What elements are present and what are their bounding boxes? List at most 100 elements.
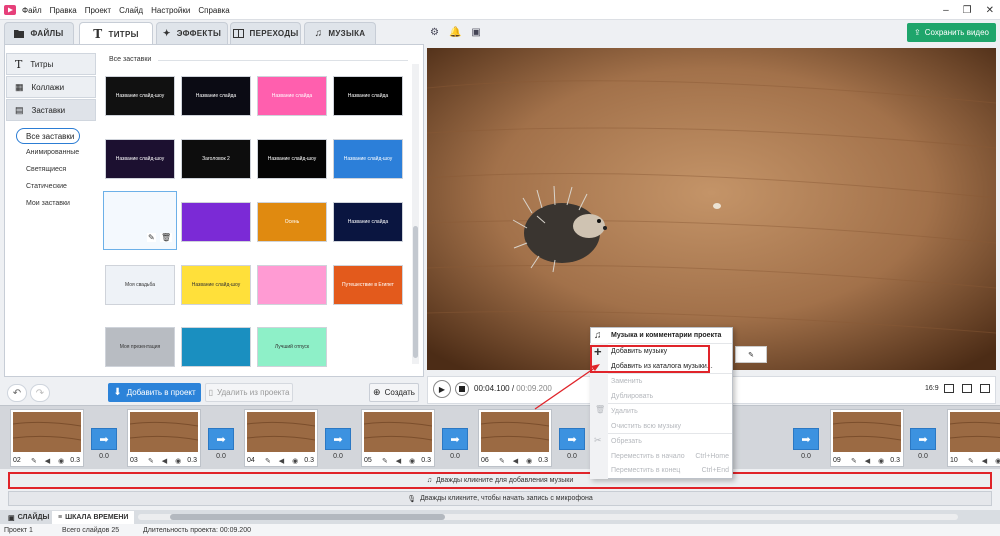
close-icon[interactable]: ✕: [986, 5, 994, 16]
music-track[interactable]: ♫ Дважды кликните для добавления музыки: [8, 472, 992, 489]
remove-from-project-button[interactable]: ▯ Удалить из проекта: [205, 383, 293, 402]
timeline-slide[interactable]: 03 ✎ ◀ ◉ 0.3: [127, 409, 201, 467]
maximize-icon[interactable]: ❐: [963, 5, 972, 16]
intro-thumbnail[interactable]: Название слайда: [257, 76, 327, 116]
subcategory-glowing[interactable]: Светящиеся: [26, 166, 66, 173]
menu-file[interactable]: Файл: [22, 6, 42, 15]
intro-thumbnail[interactable]: Заголовок 2: [181, 139, 251, 179]
gallery-icon[interactable]: ▣: [471, 27, 480, 38]
tab-effects[interactable]: ✦ ЭФФЕКТЫ: [156, 22, 228, 44]
context-menu-item[interactable]: Обрезать: [611, 438, 729, 445]
intro-thumbnail[interactable]: [181, 327, 251, 367]
intro-thumbnail[interactable]: Название слайд-шоу: [105, 139, 175, 179]
edit-pencil-icon[interactable]: ✎: [748, 351, 754, 359]
slide-edit-icons[interactable]: ✎ ◀ ◉: [499, 457, 535, 465]
music-track-label: Дважды кликните для добавления музыки: [436, 477, 574, 484]
text-t-icon: T: [15, 57, 23, 71]
subcategory-static[interactable]: Статические: [26, 183, 67, 190]
transition-arrow-icon[interactable]: ➡: [910, 428, 936, 450]
context-menu-item[interactable]: Удалить: [611, 408, 729, 415]
grid-heading: Все заставки: [109, 56, 152, 63]
subcategory-mine[interactable]: Мои заставки: [26, 200, 70, 207]
intro-thumbnail[interactable]: Название слайд-шоу: [181, 265, 251, 305]
tab-music[interactable]: ♫ МУЗЫКА: [304, 22, 376, 44]
intro-thumbnail[interactable]: Название слайд-шоу: [257, 139, 327, 179]
video-preview[interactable]: [427, 48, 996, 370]
play-button[interactable]: ▶: [433, 380, 451, 398]
transition-duration: 0.0: [918, 453, 928, 460]
category-intros[interactable]: ▤ Заставки: [6, 99, 96, 121]
create-button[interactable]: ⊕ Создать: [369, 383, 419, 402]
tab-transitions[interactable]: ПЕРЕХОДЫ: [230, 22, 301, 44]
crop-icon[interactable]: [962, 384, 972, 393]
intro-thumbnail[interactable]: Моя свадьба: [105, 265, 175, 305]
intro-thumbnail[interactable]: Название слайда: [333, 76, 403, 116]
stop-button[interactable]: [455, 382, 469, 396]
intro-thumbnail[interactable]: Название слайд-шоу: [333, 139, 403, 179]
timeline-slide[interactable]: 10✎ ◀ ◉0.3: [947, 409, 1000, 467]
intro-thumbnail[interactable]: [181, 202, 251, 242]
microphone-track[interactable]: 🎙 Дважды кликните, чтобы начать запись с…: [8, 491, 992, 506]
transition-arrow-icon[interactable]: ➡: [91, 428, 117, 450]
subcategory-all[interactable]: Все заставки: [16, 128, 80, 144]
intro-thumbnail[interactable]: Название слайд-шоу: [105, 76, 175, 116]
timeline-slide[interactable]: 05 ✎ ◀ ◉ 0.3: [361, 409, 435, 467]
menu-settings[interactable]: Настройки: [151, 6, 190, 15]
context-menu-item[interactable]: Заменить: [611, 378, 729, 385]
fullscreen-icon[interactable]: [980, 384, 990, 393]
aspect-ratio[interactable]: 16:9: [925, 385, 939, 392]
intro-thumbnail[interactable]: Название слайда: [181, 76, 251, 116]
tab-files[interactable]: ФАЙЛЫ: [4, 22, 74, 44]
transition-arrow-icon[interactable]: ➡: [325, 428, 351, 450]
slide-edit-icons[interactable]: ✎ ◀ ◉: [265, 457, 301, 465]
intro-thumbnail[interactable]: Путешествие в Египет: [333, 265, 403, 305]
transition-duration: 0.0: [567, 453, 577, 460]
menu-slide[interactable]: Слайд: [119, 6, 143, 15]
edit-pencil-icon[interactable]: ✎: [147, 233, 156, 242]
menu-help[interactable]: Справка: [198, 6, 229, 15]
transition-arrow-icon[interactable]: ➡: [208, 428, 234, 450]
transition-arrow-icon[interactable]: ➡: [793, 428, 819, 450]
transition-arrow-icon[interactable]: ➡: [559, 428, 585, 450]
transition-arrow-icon[interactable]: ➡: [442, 428, 468, 450]
gear-icon[interactable]: ⚙: [430, 27, 439, 38]
play-icon: ▶: [438, 384, 446, 394]
tab-slides[interactable]: ▣ СЛАЙДЫ: [2, 511, 55, 524]
tab-timeline[interactable]: ≡ ШКАЛА ВРЕМЕНИ: [52, 511, 135, 524]
intro-thumbnail[interactable]: [257, 265, 327, 305]
timeline-slide[interactable]: 02 ✎ ◀ ◉ 0.3: [10, 409, 84, 467]
slide-edit-icons[interactable]: ✎ ◀ ◉: [31, 457, 67, 465]
tab-titles[interactable]: T ТИТРЫ: [79, 22, 153, 45]
trash-icon[interactable]: 🗑: [160, 233, 173, 242]
intro-thumbnail[interactable]: Лучший отпуск: [257, 327, 327, 367]
intro-thumbnail[interactable]: Название слайда: [333, 202, 403, 242]
slide-edit-icons[interactable]: ✎ ◀ ◉: [148, 457, 184, 465]
category-collages[interactable]: ▦ Коллажи: [6, 76, 96, 98]
intro-thumbnail[interactable]: Осень: [257, 202, 327, 242]
context-menu-item[interactable]: Переместить в конец Ctrl+End: [611, 467, 729, 474]
subcategory-animated[interactable]: Анимированные: [26, 149, 79, 156]
grid-scrollbar-thumb[interactable]: [413, 226, 418, 358]
add-to-project-button[interactable]: ⬇ Добавить в проект: [108, 383, 201, 402]
menu-edit[interactable]: Правка: [50, 6, 77, 15]
fit-icon[interactable]: [944, 384, 954, 393]
slide-edit-icons[interactable]: ✎ ◀ ◉: [382, 457, 418, 465]
context-menu-item[interactable]: Переместить в начало Ctrl+Home: [611, 453, 729, 460]
category-collages-label: Коллажи: [31, 82, 65, 92]
undo-icon[interactable]: ↶: [7, 384, 27, 402]
timeline-slide[interactable]: 04 ✎ ◀ ◉ 0.3: [244, 409, 318, 467]
minimize-icon[interactable]: –: [943, 5, 949, 16]
bell-icon[interactable]: 🔔: [449, 27, 461, 38]
redo-icon[interactable]: ↷: [30, 384, 50, 402]
intro-thumbnail[interactable]: Моя презентация: [105, 327, 175, 367]
timeline-scrollbar-thumb[interactable]: [170, 514, 445, 520]
category-titles[interactable]: T Титры: [6, 53, 96, 75]
slide-edit-icons[interactable]: ✎ ◀ ◉: [968, 457, 1000, 465]
timeline-slide[interactable]: 06 ✎ ◀ ◉ 0.3: [478, 409, 552, 467]
slide-edit-icons[interactable]: ✎ ◀ ◉: [851, 457, 887, 465]
save-video-button[interactable]: ⇪ Сохранить видео: [907, 23, 996, 42]
menu-project[interactable]: Проект: [85, 6, 111, 15]
context-menu-item[interactable]: Очистить всю музыку: [611, 423, 729, 430]
context-menu-item[interactable]: Дублировать: [611, 393, 729, 400]
timeline-slide[interactable]: 09 ✎ ◀ ◉ 0.3: [830, 409, 904, 467]
